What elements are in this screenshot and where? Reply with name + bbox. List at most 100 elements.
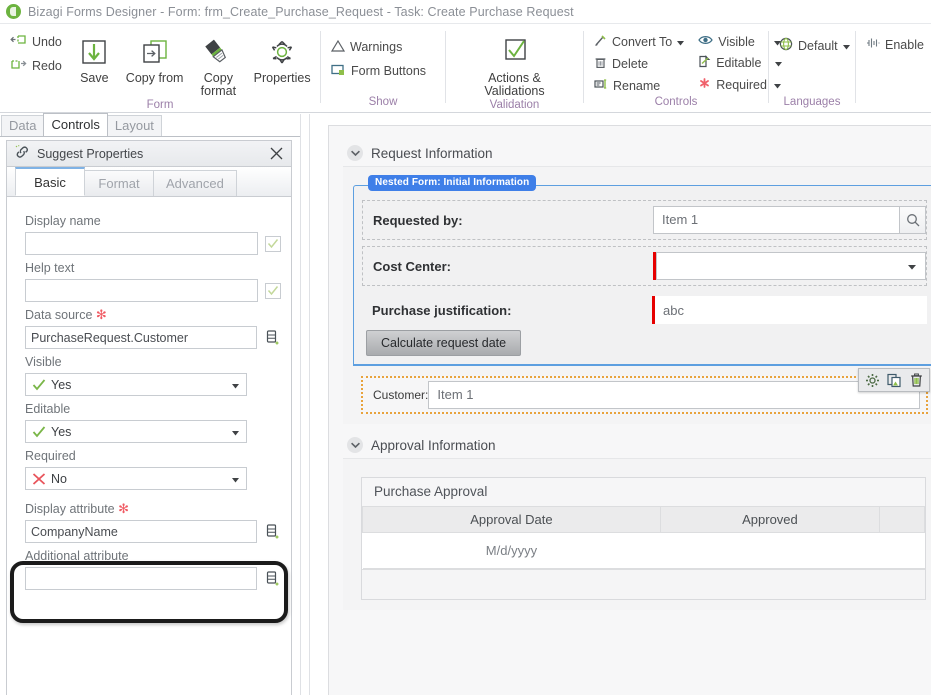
display-name-check-icon[interactable] bbox=[265, 235, 281, 252]
tab-data[interactable]: Data bbox=[1, 115, 45, 136]
data-source-db-icon[interactable] bbox=[264, 328, 281, 347]
data-source-input[interactable] bbox=[25, 326, 257, 349]
display-name-input[interactable] bbox=[25, 232, 258, 255]
visible-select[interactable]: Yes bbox=[25, 373, 247, 396]
section-header-approval-information[interactable]: Approval Information bbox=[343, 432, 931, 458]
properties-subtabs: Basic Format Advanced bbox=[7, 167, 291, 197]
form-row-requested-by[interactable]: Requested by: Item 1 bbox=[362, 200, 927, 240]
subtab-basic[interactable]: Basic bbox=[15, 167, 85, 196]
help-text-check-icon[interactable] bbox=[265, 282, 281, 299]
convert-to-icon bbox=[594, 34, 607, 50]
form-canvas: Request Information Nested Form: Initial… bbox=[310, 114, 931, 695]
approval-grid: Approval Date Approved M/d/yyyy bbox=[362, 506, 925, 569]
section-title-request-information: Request Information bbox=[371, 145, 493, 161]
cell-extra[interactable] bbox=[879, 532, 925, 569]
additional-attribute-db-icon[interactable] bbox=[264, 569, 281, 588]
cost-center-dropdown[interactable] bbox=[656, 252, 926, 280]
copy-format-button[interactable]: Copy format bbox=[187, 28, 251, 98]
subtab-format[interactable]: Format bbox=[84, 170, 154, 196]
search-icon[interactable] bbox=[900, 206, 926, 234]
delete-button[interactable]: Delete bbox=[590, 55, 688, 73]
column-extra[interactable] bbox=[879, 506, 925, 533]
close-icon[interactable] bbox=[267, 145, 285, 163]
form-row-purchase-justification[interactable]: Purchase justification: abc bbox=[362, 292, 927, 328]
rename-icon bbox=[594, 78, 608, 93]
form-row-cost-center[interactable]: Cost Center: bbox=[362, 246, 927, 286]
check-icon bbox=[32, 378, 46, 390]
copy-from-button[interactable]: Copy from bbox=[123, 28, 187, 85]
editable-select-value: Yes bbox=[51, 424, 72, 439]
tab-layout[interactable]: Layout bbox=[106, 115, 162, 136]
gear-icon[interactable] bbox=[863, 371, 881, 389]
undo-button[interactable]: Undo bbox=[6, 33, 66, 51]
visible-select-value: Yes bbox=[51, 377, 72, 392]
suggest-link-icon bbox=[15, 145, 30, 162]
nested-form-badge: Nested Form: Initial Information bbox=[368, 175, 537, 191]
form-designer-surface: Request Information Nested Form: Initial… bbox=[328, 125, 931, 695]
left-panel-tabs: Data Controls Layout bbox=[0, 113, 300, 137]
form-buttons-button[interactable]: Form Buttons bbox=[327, 62, 430, 80]
undo-icon bbox=[10, 34, 27, 50]
cross-icon bbox=[32, 472, 46, 485]
default-language-button[interactable]: Default bbox=[775, 36, 854, 55]
section-body-request-information: Nested Form: Initial Information Request… bbox=[343, 166, 931, 424]
purchase-approval-table: Purchase Approval Approval Date Approved bbox=[361, 477, 926, 600]
display-attribute-db-icon[interactable] bbox=[264, 522, 281, 541]
help-text-input[interactable] bbox=[25, 279, 258, 302]
chevron-down-icon[interactable] bbox=[842, 39, 850, 53]
tab-controls[interactable]: Controls bbox=[43, 113, 108, 136]
duplicate-icon[interactable] bbox=[885, 371, 903, 389]
editable-select[interactable]: Yes bbox=[25, 420, 247, 443]
calculate-request-date-button[interactable]: Calculate request date bbox=[366, 330, 522, 356]
purchase-justification-input[interactable]: abc bbox=[655, 296, 927, 324]
additional-attribute-input[interactable] bbox=[25, 567, 257, 590]
section-header-request-information[interactable]: Request Information bbox=[343, 140, 931, 166]
editable-label: Editable bbox=[716, 56, 762, 70]
actions-validations-button[interactable]: Actions & Validations bbox=[462, 28, 568, 98]
chevron-down-icon[interactable] bbox=[232, 378, 239, 392]
chevron-down-icon[interactable] bbox=[908, 259, 916, 273]
chevron-down-icon[interactable] bbox=[232, 472, 239, 486]
enable-label: Enable bbox=[885, 37, 924, 52]
field-row-display-attribute bbox=[25, 520, 281, 543]
title-bar: Bizagi Forms Designer - Form: frm_Create… bbox=[0, 0, 931, 24]
redo-button[interactable]: Redo bbox=[6, 57, 66, 75]
section-approval-information: Approval Information Purchase Approval A… bbox=[343, 432, 931, 610]
ribbon-group-label-extra bbox=[856, 95, 926, 112]
chevron-down-icon[interactable] bbox=[347, 145, 363, 161]
save-icon bbox=[77, 34, 111, 72]
subtab-advanced[interactable]: Advanced bbox=[153, 170, 237, 196]
panel-splitter[interactable] bbox=[300, 114, 310, 695]
table-row[interactable]: M/d/yyyy bbox=[362, 532, 925, 569]
chevron-down-icon[interactable] bbox=[347, 437, 363, 453]
undo-label: Undo bbox=[32, 35, 62, 49]
required-select[interactable]: No bbox=[25, 467, 247, 490]
control-purchase-justification: abc bbox=[652, 296, 927, 324]
chevron-down-icon[interactable] bbox=[677, 35, 685, 49]
save-button[interactable]: Save bbox=[66, 28, 123, 85]
control-cost-center bbox=[653, 252, 926, 280]
cell-approved[interactable] bbox=[660, 532, 880, 569]
redo-icon bbox=[10, 58, 27, 74]
copy-format-label: Copy format bbox=[200, 71, 237, 98]
requested-by-input[interactable]: Item 1 bbox=[653, 206, 900, 234]
cell-approval-date[interactable]: M/d/yyyy bbox=[362, 532, 661, 569]
enable-button[interactable]: Enable bbox=[862, 36, 928, 53]
window-title: Bizagi Forms Designer - Form: frm_Create… bbox=[28, 4, 574, 19]
rename-button[interactable]: Rename bbox=[590, 77, 688, 94]
convert-to-button[interactable]: Convert To bbox=[590, 33, 688, 51]
column-approval-date[interactable]: Approval Date bbox=[362, 506, 661, 533]
display-attribute-input[interactable] bbox=[25, 520, 257, 543]
warnings-button[interactable]: Warnings bbox=[327, 38, 430, 56]
customer-input[interactable]: Item 1 bbox=[428, 381, 920, 409]
copy-from-label: Copy from bbox=[125, 71, 184, 85]
chevron-down-icon[interactable] bbox=[232, 425, 239, 439]
trash-icon bbox=[594, 56, 607, 72]
trash-icon[interactable] bbox=[907, 371, 925, 389]
column-approved[interactable]: Approved bbox=[660, 506, 881, 533]
form-row-customer-selected[interactable]: Customer: Item 1 bbox=[361, 368, 930, 414]
copy-format-icon bbox=[201, 34, 235, 72]
ribbon-group-show: Warnings Form Buttons Show bbox=[321, 24, 445, 112]
properties-button[interactable]: Properties bbox=[250, 28, 314, 85]
check-icon bbox=[32, 425, 46, 437]
